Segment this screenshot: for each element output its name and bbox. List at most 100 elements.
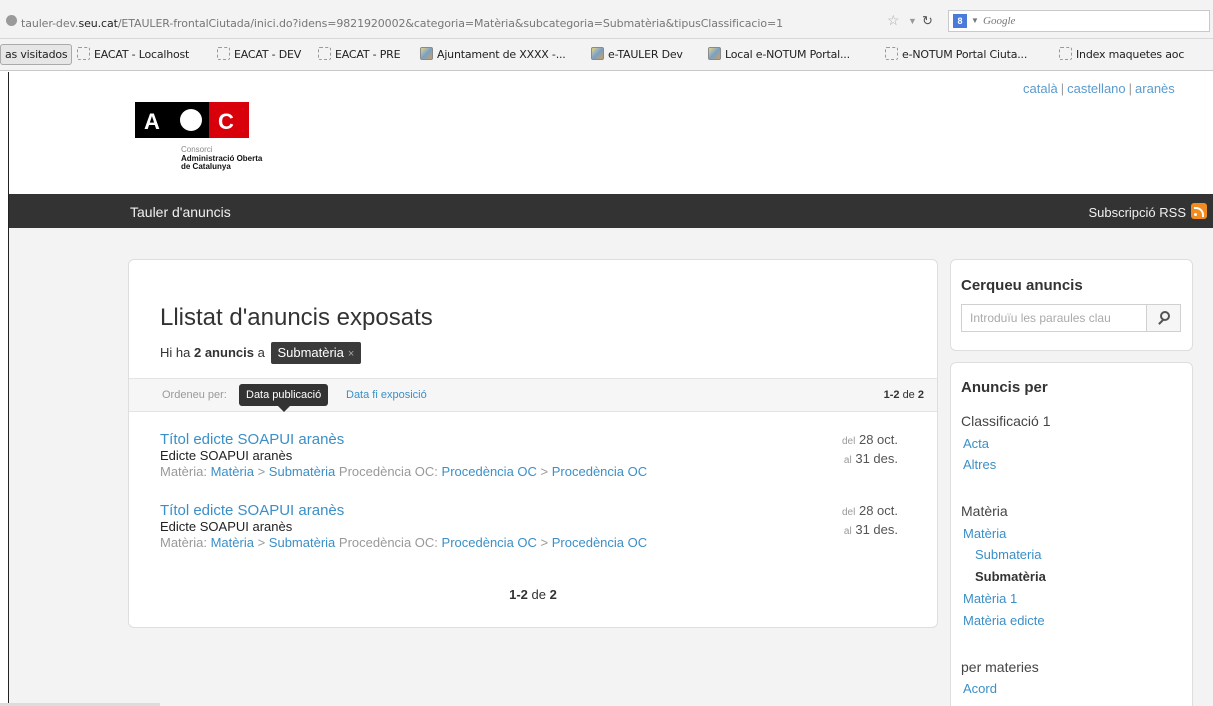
date-from: del 28 oct.: [842, 502, 898, 521]
facet-link-altres[interactable]: Altres: [963, 457, 996, 472]
meta-label: Procedència OC:: [338, 535, 438, 550]
date-from-value: 28 oct.: [858, 432, 898, 447]
facet-link-submateria[interactable]: Submateria: [975, 547, 1041, 562]
bookmark-most-visited[interactable]: as visitados: [0, 44, 73, 65]
procedencia-sub-link[interactable]: Procedència OC: [552, 535, 647, 550]
search-button[interactable]: [1146, 304, 1181, 332]
facet-link-materia-edicte[interactable]: Matèria edicte: [963, 613, 1045, 628]
date-to: al 31 des.: [842, 521, 898, 540]
keyword-search-input[interactable]: [961, 304, 1146, 332]
bookmark-eacat-dev[interactable]: EACAT - DEV: [217, 47, 301, 61]
announcement-dates: del 28 oct. al 31 des.: [842, 431, 898, 469]
date-from-prefix: del: [841, 436, 856, 447]
materia-link[interactable]: Matèria: [211, 464, 254, 479]
sort-label: Ordeneu per:: [162, 389, 227, 401]
bookmark-page-icon: [708, 47, 721, 60]
reload-icon[interactable]: ↻: [922, 13, 933, 29]
procedencia-link[interactable]: Procedència OC: [442, 535, 537, 550]
google-plus-icon[interactable]: 8: [953, 14, 967, 28]
logo-line-3: de Catalunya: [181, 162, 231, 171]
facet-link-materia-1[interactable]: Matèria 1: [963, 591, 1017, 606]
announcement-title-link[interactable]: Títol edicte SOAPUI aranès: [160, 502, 920, 519]
sort-by-publication-date[interactable]: Data publicació: [239, 384, 329, 412]
browser-url-bar: tauler-dev.seu.cat/ETAULER-frontalCiutad…: [0, 0, 1213, 39]
bookmark-folder-icon: [217, 47, 230, 60]
bookmark-label: EACAT - PRE: [335, 48, 401, 61]
url-path: /ETAULER-frontalCiutada/inici.do?idens=9…: [117, 17, 783, 30]
procedencia-sub-link[interactable]: Procedència OC: [552, 464, 647, 479]
lang-catala[interactable]: català: [1023, 81, 1058, 96]
announcement-description: Edicte SOAPUI aranès: [160, 519, 293, 534]
active-filter-tag[interactable]: Submatèria ×: [271, 342, 362, 364]
bookmark-label: e-NOTUM Portal Ciuta...: [902, 48, 1028, 61]
rss-icon[interactable]: [1191, 203, 1207, 219]
sort-bar: Ordeneu per: Data publicació Data fi exp…: [129, 378, 937, 412]
count-prefix: Hi ha: [160, 345, 191, 360]
bookmark-enotum-portal[interactable]: e-NOTUM Portal Ciuta...: [885, 47, 1027, 61]
facet-group-classificacio: Classificació 1: [961, 413, 1051, 429]
date-from: del 28 oct.: [842, 431, 898, 450]
bookmark-page-icon: [591, 47, 604, 60]
bookmark-label: EACAT - Localhost: [94, 48, 190, 61]
lang-castellano[interactable]: castellano: [1067, 81, 1126, 96]
count-value: 2 anuncis: [193, 345, 254, 360]
rss-subscription-link[interactable]: Subscripció RSS: [1088, 205, 1186, 220]
results-count: Hi ha 2 anuncis a Submatèria ×: [160, 342, 362, 364]
logo-letter-o: [173, 102, 209, 138]
top-navigation-bar: Tauler d'anuncis Subscripció RSS: [9, 194, 1213, 228]
remove-filter-icon[interactable]: ×: [348, 348, 354, 360]
announcement-description: Edicte SOAPUI aranès: [160, 448, 293, 463]
logo-circle: [180, 109, 202, 131]
announcement-item: Títol edicte SOAPUI aranès Edicte SOAPUI…: [160, 502, 920, 550]
facet-group-per-materies: per materies: [961, 659, 1039, 675]
bookmark-label: Ajuntament de XXXX -...: [437, 48, 566, 61]
bookmark-etauler-dev[interactable]: e-TAULER Dev: [591, 47, 683, 61]
submateria-link[interactable]: Submatèria: [269, 535, 335, 550]
bookmark-label: Index maquetes aoc: [1076, 48, 1185, 61]
pager-range: 1-2: [509, 587, 528, 602]
browser-search-box[interactable]: 8 ▼ Google: [948, 10, 1210, 32]
language-switcher: català | castellano | aranès: [1023, 81, 1175, 96]
bookmark-index-maquetes[interactable]: Index maquetes aoc: [1059, 47, 1184, 61]
site-title-link[interactable]: Tauler d'anuncis: [130, 204, 231, 220]
announcement-dates: del 28 oct. al 31 des.: [842, 502, 898, 540]
bookmark-eacat-localhost[interactable]: EACAT - Localhost: [77, 47, 189, 61]
bookmark-folder-icon: [885, 47, 898, 60]
date-to: al 31 des.: [842, 450, 898, 469]
materia-link[interactable]: Matèria: [211, 535, 254, 550]
search-engine-placeholder: Google: [983, 15, 1016, 27]
bookmark-local-enotum[interactable]: Local e-NOTUM Portal...: [708, 47, 850, 61]
bookmark-label: as visitados: [5, 48, 68, 61]
sort-by-end-date[interactable]: Data fi exposició: [346, 389, 427, 401]
facets-panel: Anuncis per Classificació 1 Acta Altres …: [950, 362, 1193, 706]
facet-link-materia[interactable]: Matèria: [963, 526, 1006, 541]
bookmark-eacat-pre[interactable]: EACAT - PRE: [318, 47, 401, 61]
bookmark-folder-icon: [77, 47, 90, 60]
url-field[interactable]: tauler-dev.seu.cat/ETAULER-frontalCiutad…: [21, 17, 783, 30]
facet-link-acord[interactable]: Acord: [963, 681, 997, 696]
bookmark-star-icon[interactable]: ☆: [887, 12, 900, 29]
date-to-prefix: al: [843, 455, 852, 466]
url-host: seu.cat: [78, 17, 118, 30]
pager-de: de: [531, 587, 547, 602]
search-icon-handle: [1158, 319, 1164, 325]
search-panel: Cerqueu anuncis: [950, 259, 1193, 351]
engine-dropdown-icon[interactable]: ▼: [971, 16, 979, 25]
bookmark-ajuntament[interactable]: Ajuntament de XXXX -...: [420, 47, 566, 61]
lang-aranes[interactable]: aranès: [1135, 81, 1175, 96]
announcement-title-link[interactable]: Títol edicte SOAPUI aranès: [160, 431, 920, 448]
bookmark-folder-icon: [1059, 47, 1072, 60]
procedencia-link[interactable]: Procedència OC: [442, 464, 537, 479]
lang-separator: |: [1060, 81, 1065, 96]
submateria-link[interactable]: Submatèria: [269, 464, 335, 479]
pagination-summary: 1-2 de 2: [129, 587, 937, 602]
history-dropdown-icon[interactable]: ▼: [908, 16, 917, 26]
facet-link-acta[interactable]: Acta: [963, 436, 989, 451]
url-prefix: tauler-dev.: [21, 17, 79, 30]
filter-tag-label: Submatèria: [277, 345, 344, 360]
breadcrumb-arrow: >: [540, 464, 549, 479]
date-to-value: 31 des.: [855, 522, 898, 537]
date-to-value: 31 des.: [855, 451, 898, 466]
range-value: 1-2: [883, 389, 900, 401]
range-total: 2: [917, 389, 924, 401]
